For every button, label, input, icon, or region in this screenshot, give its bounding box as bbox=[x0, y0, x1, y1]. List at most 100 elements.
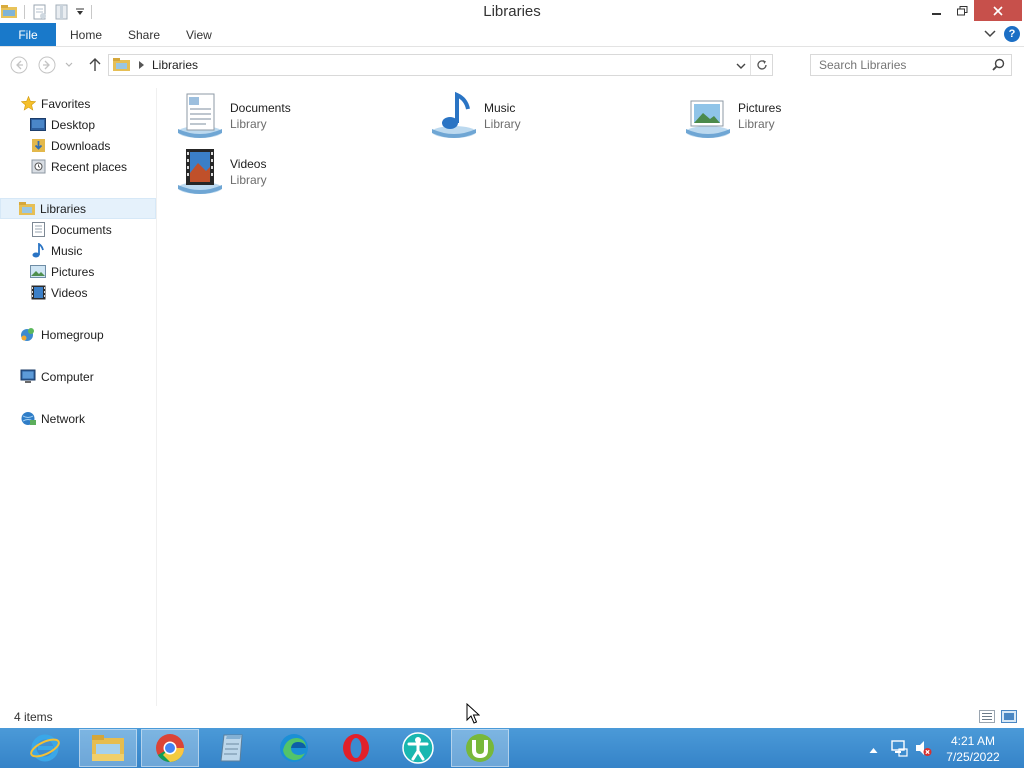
libraries-icon bbox=[19, 201, 35, 217]
nav-pictures-label: Pictures bbox=[51, 264, 95, 279]
up-button[interactable] bbox=[85, 55, 105, 75]
status-bar: 4 items bbox=[0, 706, 1024, 728]
nav-network[interactable]: Network bbox=[20, 408, 85, 429]
taskbar-file-explorer[interactable] bbox=[79, 729, 137, 767]
desktop-icon bbox=[30, 117, 46, 133]
nav-favorites-label: Favorites bbox=[41, 96, 91, 111]
taskbar-opera[interactable] bbox=[327, 729, 385, 767]
library-name: Documents bbox=[230, 101, 291, 115]
back-arrow-icon bbox=[10, 56, 28, 74]
chevron-down-icon bbox=[65, 62, 73, 67]
show-hidden-icons-icon[interactable] bbox=[869, 743, 878, 757]
window-title: Libraries bbox=[483, 3, 541, 20]
music-library-icon bbox=[430, 91, 480, 141]
videos-library-icon bbox=[176, 147, 226, 197]
nav-libraries[interactable]: Libraries bbox=[0, 198, 156, 219]
forward-arrow-icon bbox=[38, 56, 56, 74]
navigation-bar: Libraries bbox=[0, 48, 1024, 82]
chrome-icon bbox=[156, 734, 184, 762]
nav-downloads-label: Downloads bbox=[51, 138, 111, 153]
taskbar-utorrent[interactable] bbox=[451, 729, 509, 767]
restore-button[interactable] bbox=[951, 0, 973, 21]
close-button[interactable] bbox=[974, 0, 1022, 21]
search-box[interactable] bbox=[810, 54, 1012, 76]
clock-time: 4:21 AM bbox=[950, 734, 996, 748]
up-arrow-icon bbox=[89, 58, 101, 71]
search-icon[interactable] bbox=[992, 58, 1005, 74]
volume-muted-icon[interactable] bbox=[914, 739, 932, 760]
nav-pictures[interactable]: Pictures bbox=[30, 261, 94, 282]
nav-desktop[interactable]: Desktop bbox=[30, 114, 95, 135]
file-explorer-icon bbox=[92, 735, 124, 761]
homegroup-icon bbox=[20, 327, 36, 343]
nav-music[interactable]: Music bbox=[30, 240, 82, 261]
computer-icon bbox=[20, 369, 36, 385]
nav-homegroup[interactable]: Homegroup bbox=[20, 324, 104, 345]
tab-file[interactable]: File bbox=[0, 23, 56, 46]
nav-desktop-label: Desktop bbox=[51, 117, 96, 132]
library-name: Pictures bbox=[738, 101, 782, 115]
library-type: Library bbox=[484, 117, 521, 131]
tab-share[interactable]: Share bbox=[128, 23, 160, 46]
system-clock[interactable]: 4:21 AM 7/25/2022 bbox=[938, 733, 1008, 765]
downloads-icon bbox=[30, 138, 46, 154]
star-icon bbox=[20, 96, 36, 112]
accessibility-app-icon bbox=[402, 732, 434, 764]
library-videos[interactable]: Videos Library bbox=[176, 146, 416, 198]
taskbar-notepad[interactable] bbox=[203, 729, 261, 767]
opera-icon bbox=[343, 734, 369, 762]
nav-documents[interactable]: Documents bbox=[30, 219, 112, 240]
nav-downloads[interactable]: Downloads bbox=[30, 135, 110, 156]
large-icons-view-icon[interactable] bbox=[1001, 710, 1017, 724]
nav-network-label: Network bbox=[41, 411, 86, 426]
nav-favorites[interactable]: Favorites bbox=[20, 93, 90, 114]
documents-library-icon bbox=[176, 91, 226, 141]
internet-explorer-icon bbox=[30, 734, 60, 762]
music-icon bbox=[30, 243, 46, 259]
nav-libraries-label: Libraries bbox=[40, 201, 87, 216]
pictures-icon bbox=[30, 264, 46, 280]
details-view-icon[interactable] bbox=[979, 710, 995, 724]
library-music[interactable]: Music Library bbox=[430, 90, 670, 142]
expand-ribbon-icon[interactable] bbox=[984, 27, 996, 41]
search-input[interactable] bbox=[811, 55, 981, 75]
taskbar-edge[interactable] bbox=[265, 729, 323, 767]
library-pictures[interactable]: Pictures Library bbox=[684, 90, 924, 142]
taskbar: 4:21 AM 7/25/2022 bbox=[0, 728, 1024, 768]
nav-homegroup-label: Homegroup bbox=[41, 327, 104, 342]
nav-recent-places[interactable]: Recent places bbox=[30, 156, 127, 177]
refresh-button[interactable] bbox=[750, 55, 772, 75]
network-status-icon[interactable] bbox=[890, 739, 908, 760]
recent-locations-button[interactable] bbox=[62, 55, 76, 75]
network-icon bbox=[20, 411, 36, 427]
tab-view[interactable]: View bbox=[186, 23, 212, 46]
address-bar[interactable]: Libraries bbox=[108, 54, 773, 76]
taskbar-chrome[interactable] bbox=[141, 729, 199, 767]
forward-button[interactable] bbox=[37, 55, 57, 75]
minimize-button[interactable] bbox=[922, 0, 951, 21]
help-icon[interactable]: ? bbox=[1004, 26, 1020, 42]
nav-music-label: Music bbox=[51, 243, 83, 258]
taskbar-internet-explorer[interactable] bbox=[16, 729, 74, 767]
documents-icon bbox=[30, 222, 46, 238]
mouse-cursor-icon bbox=[466, 702, 481, 728]
notepad-icon bbox=[220, 734, 243, 762]
library-documents[interactable]: Documents Library bbox=[176, 90, 416, 142]
library-type: Library bbox=[738, 117, 775, 131]
ribbon: File Home Share View ? bbox=[0, 23, 1024, 47]
taskbar-accessibility-app[interactable] bbox=[389, 729, 447, 767]
library-type: Library bbox=[230, 117, 267, 131]
address-history-dropdown-icon[interactable] bbox=[736, 59, 746, 73]
ribbon-right-controls: ? bbox=[984, 26, 1020, 42]
nav-videos[interactable]: Videos bbox=[30, 282, 87, 303]
clock-date: 7/25/2022 bbox=[946, 750, 1000, 764]
nav-recent-places-label: Recent places bbox=[51, 159, 128, 174]
edge-icon bbox=[280, 734, 308, 762]
tab-home[interactable]: Home bbox=[70, 23, 102, 46]
nav-computer[interactable]: Computer bbox=[20, 366, 94, 387]
library-name: Videos bbox=[230, 157, 267, 171]
utorrent-icon bbox=[466, 734, 494, 762]
breadcrumb-libraries[interactable]: Libraries bbox=[152, 58, 198, 72]
back-button[interactable] bbox=[9, 55, 29, 75]
breadcrumb-separator-icon[interactable] bbox=[139, 61, 144, 69]
